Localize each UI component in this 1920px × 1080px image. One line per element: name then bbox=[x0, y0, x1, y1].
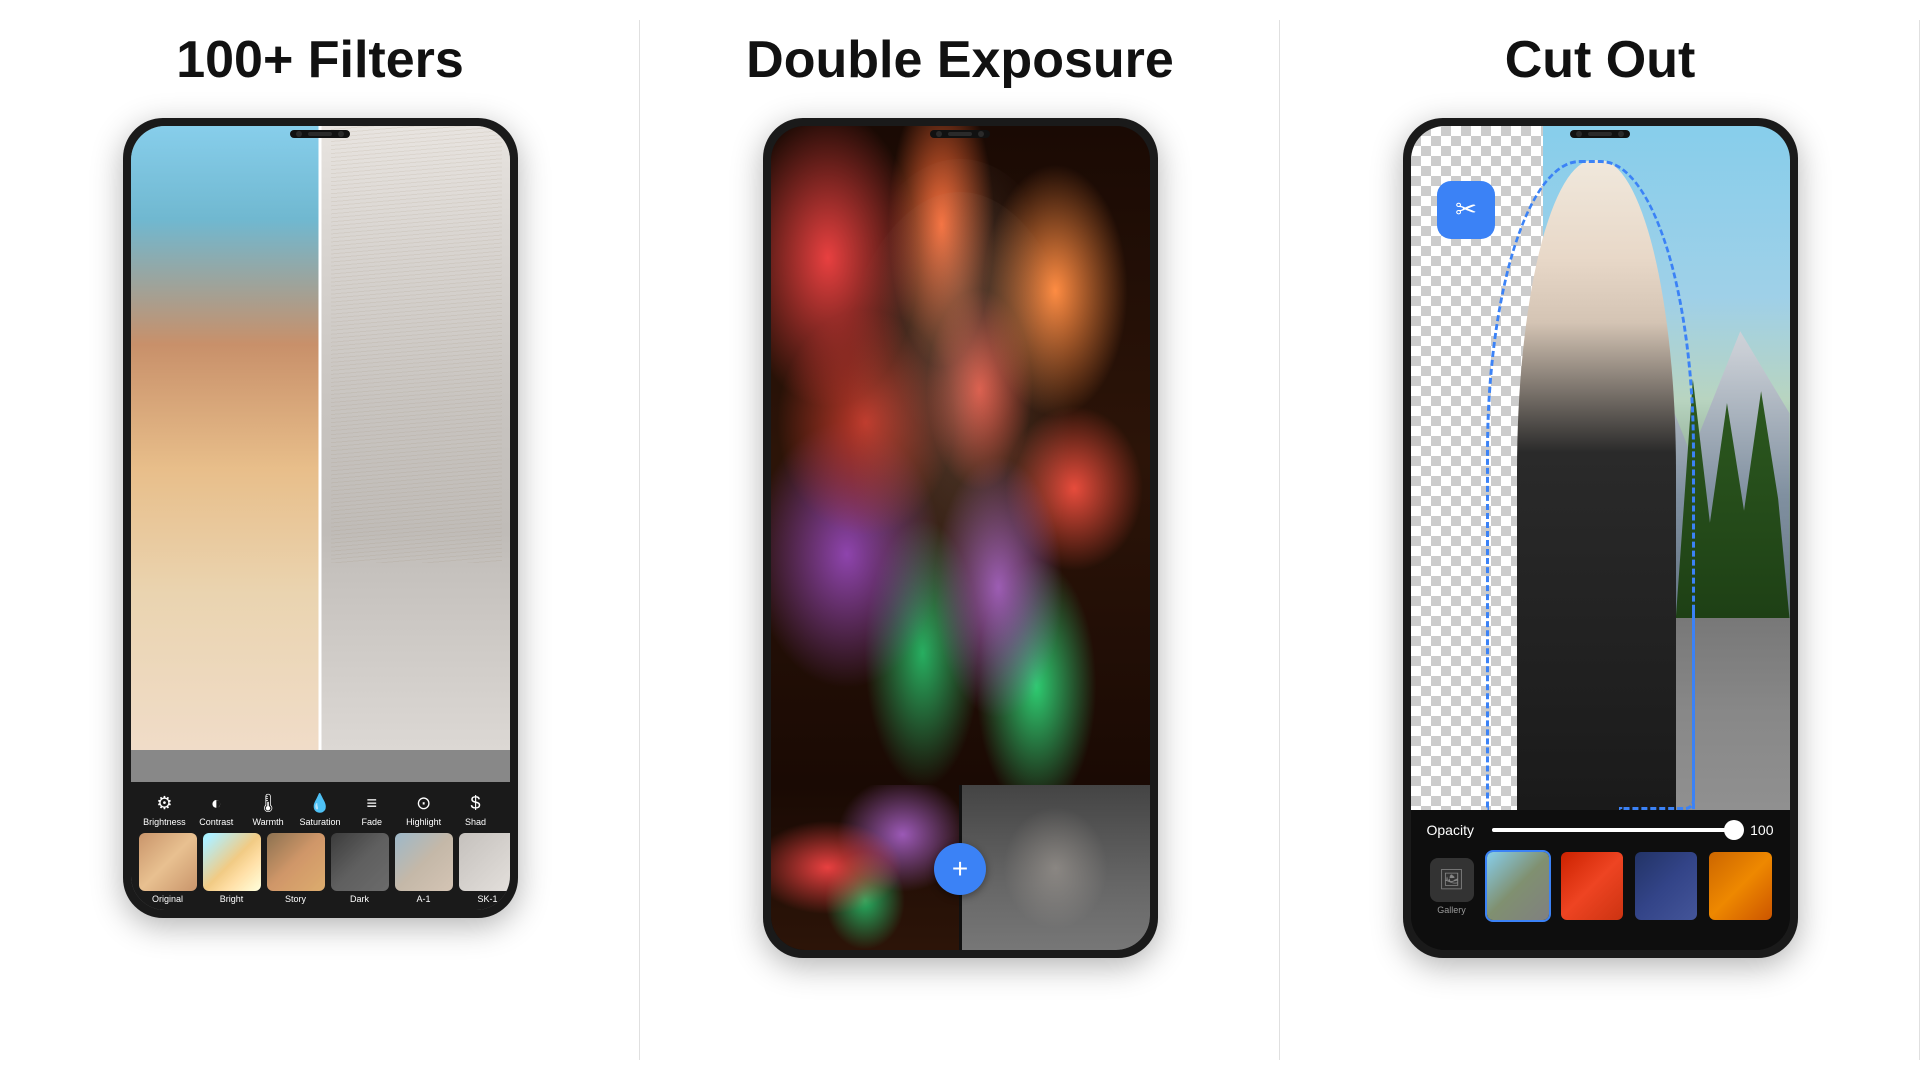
cutout-section: Cut Out bbox=[1280, 0, 1920, 1080]
exposure-phone-screen: + bbox=[771, 126, 1150, 950]
gallery-thumb-tiger[interactable] bbox=[1707, 850, 1773, 922]
opacity-thumb bbox=[1724, 820, 1744, 840]
add-image-button[interactable]: + bbox=[934, 843, 986, 895]
exposure-title: Double Exposure bbox=[746, 30, 1174, 90]
cutout-title: Cut Out bbox=[1505, 30, 1696, 90]
split-image-area bbox=[131, 126, 510, 750]
photo-colored-side bbox=[131, 126, 321, 750]
filter-original[interactable]: Original bbox=[139, 833, 197, 904]
opacity-row: Opacity 100 bbox=[1427, 822, 1774, 838]
shadow-tool[interactable]: $ Shad bbox=[453, 792, 497, 827]
cutout-phone-screen: ✂ Opacity 100 🖼 Gallery bbox=[1411, 126, 1790, 950]
camera-dot bbox=[296, 131, 302, 137]
portrait-glow bbox=[999, 802, 1112, 934]
selection-leg-right bbox=[1619, 605, 1695, 810]
story-thumbnail bbox=[267, 833, 325, 891]
dark-thumbnail bbox=[331, 833, 389, 891]
filters-phone-frame: ⚙ Brightness ◐ Contrast 🌡 Warmth 💧 Satur… bbox=[123, 118, 518, 918]
a1-thumbnail bbox=[395, 833, 453, 891]
cutout-app-icon: ✂ bbox=[1437, 181, 1495, 239]
filter-sk1[interactable]: SK-1 bbox=[459, 833, 510, 904]
camera-dot-6 bbox=[1618, 131, 1624, 137]
gallery-icon: 🖼 bbox=[1430, 858, 1474, 902]
camera-dot-5 bbox=[1576, 131, 1582, 137]
tiger-thumbnail bbox=[1709, 852, 1771, 920]
saturation-icon: 💧 bbox=[309, 792, 331, 814]
opacity-value: 100 bbox=[1744, 822, 1774, 838]
warmth-tool[interactable]: 🌡 Warmth bbox=[246, 792, 290, 827]
opacity-label: Opacity bbox=[1427, 822, 1482, 838]
cutout-controls-panel: Opacity 100 🖼 Gallery bbox=[1411, 810, 1790, 950]
camera-area bbox=[290, 130, 350, 138]
strip-portrait bbox=[962, 785, 1150, 950]
camera-dot-4 bbox=[978, 131, 984, 137]
gallery-thumb-road[interactable] bbox=[1485, 850, 1551, 922]
filters-toolbar: ⚙ Brightness ◐ Contrast 🌡 Warmth 💧 Satur… bbox=[131, 782, 510, 910]
exposure-phone-frame: + bbox=[763, 118, 1158, 958]
opacity-fill bbox=[1492, 828, 1734, 832]
filter-thumbnails-row: Original Bright Story Dark bbox=[131, 833, 510, 904]
gallery-button[interactable]: 🖼 Gallery bbox=[1427, 858, 1477, 915]
bright-thumbnail bbox=[203, 833, 261, 891]
filters-title: 100+ Filters bbox=[176, 30, 464, 90]
highlight-icon: ⊙ bbox=[413, 792, 435, 814]
camera-area-3 bbox=[1570, 130, 1630, 138]
gallery-thumb-purple[interactable] bbox=[1633, 850, 1699, 922]
speaker-bar bbox=[308, 132, 332, 136]
cutout-main-scene: ✂ bbox=[1411, 126, 1790, 810]
saturation-tool[interactable]: 💧 Saturation bbox=[298, 792, 342, 827]
toolbar-icons-row: ⚙ Brightness ◐ Contrast 🌡 Warmth 💧 Satur… bbox=[131, 792, 510, 827]
strip-flowers bbox=[771, 785, 959, 950]
sk1-thumbnail bbox=[459, 833, 510, 891]
purple-thumbnail bbox=[1635, 852, 1697, 920]
contrast-icon: ◐ bbox=[205, 792, 227, 814]
camera-dot-3 bbox=[936, 131, 942, 137]
red-thumbnail bbox=[1561, 852, 1623, 920]
sketch-texture bbox=[331, 126, 502, 563]
filter-story[interactable]: Story bbox=[267, 833, 325, 904]
filter-dark[interactable]: Dark bbox=[331, 833, 389, 904]
phone-screen: ⚙ Brightness ◐ Contrast 🌡 Warmth 💧 Satur… bbox=[131, 126, 510, 910]
cutout-phone-frame: ✂ Opacity 100 🖼 Gallery bbox=[1403, 118, 1798, 958]
fade-tool[interactable]: ≡ Fade bbox=[350, 792, 394, 827]
gallery-label: Gallery bbox=[1437, 905, 1466, 915]
shadow-icon: $ bbox=[464, 792, 486, 814]
highlight-tool[interactable]: ⊙ Highlight bbox=[402, 792, 446, 827]
speaker-bar-2 bbox=[948, 132, 972, 136]
exposure-section: Double Exposure bbox=[640, 0, 1280, 1080]
gallery-row: 🖼 Gallery bbox=[1427, 850, 1774, 922]
brightness-tool[interactable]: ⚙ Brightness bbox=[142, 792, 186, 827]
camera-area-2 bbox=[930, 130, 990, 138]
warmth-icon: 🌡 bbox=[257, 792, 279, 814]
exposure-main-image bbox=[771, 126, 1150, 785]
filters-section: 100+ Filters bbox=[0, 0, 640, 1080]
camera-dot-2 bbox=[338, 131, 344, 137]
speaker-bar-3 bbox=[1588, 132, 1612, 136]
road-thumbnail bbox=[1487, 852, 1549, 920]
fade-icon: ≡ bbox=[361, 792, 383, 814]
face-glow bbox=[846, 159, 1073, 521]
filter-a1[interactable]: A-1 bbox=[395, 833, 453, 904]
gallery-thumb-red[interactable] bbox=[1559, 850, 1625, 922]
split-divider bbox=[319, 126, 322, 750]
original-thumbnail bbox=[139, 833, 197, 891]
brightness-icon: ⚙ bbox=[153, 792, 175, 814]
opacity-slider[interactable] bbox=[1492, 828, 1734, 832]
contrast-tool[interactable]: ◐ Contrast bbox=[194, 792, 238, 827]
filter-bright[interactable]: Bright bbox=[203, 833, 261, 904]
